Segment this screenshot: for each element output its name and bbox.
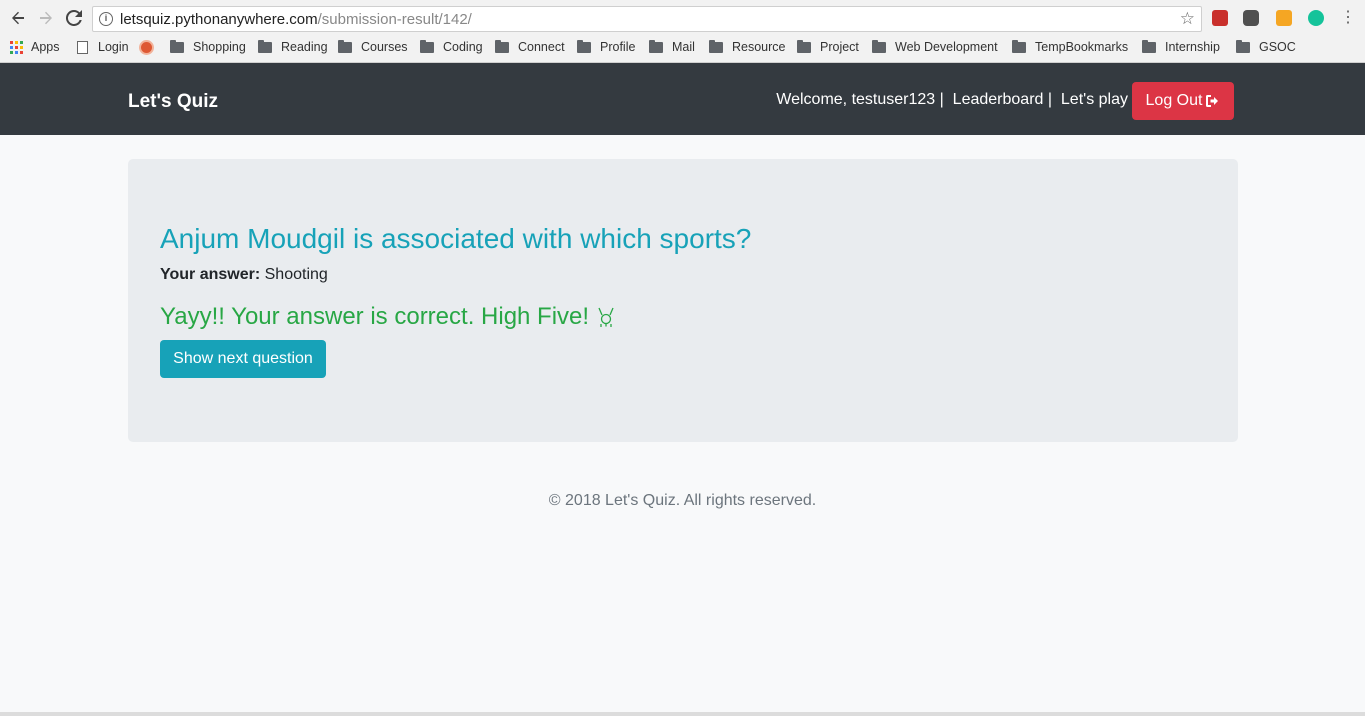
- folder-icon: [258, 39, 272, 53]
- bookmark-label: Internship: [1165, 40, 1220, 54]
- bookmark-label: Web Development: [895, 40, 998, 54]
- welcome-text: Welcome, testuser123 |: [776, 91, 944, 108]
- bookmark-label: Reading: [281, 40, 328, 54]
- page-icon: [77, 40, 88, 54]
- question-text: Anjum Moudgil is associated with which s…: [160, 223, 752, 254]
- bookmark-label: Connect: [518, 40, 565, 54]
- next-question-button[interactable]: Show next question: [160, 340, 326, 378]
- folder-icon: [577, 39, 591, 53]
- bookmark-folder-courses[interactable]: Courses: [338, 39, 408, 54]
- bookmark-folder-tempbookmarks[interactable]: TempBookmarks: [1012, 39, 1129, 54]
- folder-icon: [797, 39, 811, 53]
- bookmark-folder-web-development[interactable]: Web Development: [872, 39, 998, 54]
- arrow-right-icon[interactable]: [36, 8, 56, 28]
- footer-text: © 2018 Let's Quiz. All rights reserved.: [548, 492, 817, 509]
- sign-out-icon: [1206, 95, 1219, 107]
- bookmark-label: GSOC: [1259, 40, 1296, 54]
- info-icon[interactable]: i: [99, 12, 113, 26]
- bookmark-label: Project: [820, 40, 859, 54]
- bookmark-folder-coding[interactable]: Coding: [420, 39, 483, 54]
- answer-label: Your answer:: [160, 266, 261, 283]
- browser-chrome: i letsquiz.pythonanywhere.com/submission…: [0, 0, 1365, 63]
- folder-icon: [709, 39, 723, 53]
- bookmark-apps[interactable]: Apps: [10, 40, 60, 54]
- result-card: Anjum Moudgil is associated with which s…: [128, 159, 1238, 442]
- rss-extension-icon[interactable]: [1276, 10, 1292, 26]
- bookmark-folder-resource[interactable]: Resource: [709, 39, 786, 54]
- folder-icon: [170, 39, 184, 53]
- folder-icon: [872, 39, 886, 53]
- bookmark-label: Shopping: [193, 40, 246, 54]
- grammarly-extension-icon[interactable]: [1308, 10, 1324, 26]
- leaderboard-link[interactable]: Leaderboard |: [953, 91, 1052, 108]
- brand-link[interactable]: Let's Quiz: [128, 91, 218, 113]
- bookmark-folder-profile[interactable]: Profile: [577, 39, 636, 54]
- bookmark-login[interactable]: Login: [77, 40, 129, 54]
- bookmark-folder-mail[interactable]: Mail: [649, 39, 695, 54]
- logout-button[interactable]: Log Out: [1132, 82, 1234, 120]
- bookmark-folder-reading[interactable]: Reading: [258, 39, 328, 54]
- result-message-text: Yayy!! Your answer is correct. High Five…: [160, 303, 590, 330]
- bookmark-label: Mail: [672, 40, 695, 54]
- bookmark-folder-connect[interactable]: Connect: [495, 39, 565, 54]
- duckduckgo-icon: [139, 40, 154, 55]
- bookmark-label: TempBookmarks: [1035, 40, 1129, 54]
- folder-icon: [649, 39, 663, 53]
- bookmark-folder-gsoc[interactable]: GSOC: [1236, 39, 1296, 54]
- address-bar[interactable]: i letsquiz.pythonanywhere.com/submission…: [92, 6, 1202, 32]
- bookmarks-bar: Apps Login Shopping Reading Courses Codi…: [0, 37, 1365, 59]
- browser-toolbar: i letsquiz.pythonanywhere.com/submission…: [0, 0, 1365, 37]
- bookmark-label: Profile: [600, 40, 636, 54]
- menu-icon[interactable]: ⋮: [1338, 8, 1358, 28]
- bookmark-label: Coding: [443, 40, 483, 54]
- bookmark-folder-internship[interactable]: Internship: [1142, 39, 1220, 54]
- url-path: /submission-result/142/: [317, 11, 472, 28]
- bookmark-folder-shopping[interactable]: Shopping: [170, 39, 246, 54]
- bookmark-label: Login: [98, 40, 129, 54]
- folder-icon: [1236, 39, 1250, 53]
- url-host: letsquiz.pythonanywhere.com: [120, 11, 318, 28]
- folder-icon: [495, 39, 509, 53]
- folder-icon: [420, 39, 434, 53]
- folder-icon: [1142, 39, 1156, 53]
- high-five-icon: [598, 307, 614, 327]
- folder-icon: [338, 39, 352, 53]
- url-text: letsquiz.pythonanywhere.com/submission-r…: [120, 11, 472, 28]
- bookmark-duckduckgo[interactable]: [139, 40, 154, 55]
- apps-grid-icon: [10, 40, 23, 54]
- bookmark-label: Resource: [732, 40, 786, 54]
- site-navbar: Let's Quiz Welcome, testuser123 | Leader…: [0, 63, 1365, 135]
- nav-links: Welcome, testuser123 | Leaderboard | Let…: [776, 91, 1128, 109]
- arrow-left-icon[interactable]: [8, 8, 28, 28]
- folder-icon: [1012, 39, 1026, 53]
- answer-line: Your answer: Shooting: [160, 266, 328, 284]
- result-message: Yayy!! Your answer is correct. High Five…: [160, 303, 615, 331]
- reload-icon[interactable]: [64, 8, 84, 28]
- star-icon[interactable]: ☆: [1180, 9, 1195, 29]
- bookmark-label: Apps: [31, 40, 60, 54]
- bookmark-label: Courses: [361, 40, 408, 54]
- bottom-divider: [0, 712, 1365, 716]
- pocket-extension-icon[interactable]: [1243, 10, 1259, 26]
- logout-label: Log Out: [1145, 92, 1203, 109]
- bookmark-folder-project[interactable]: Project: [797, 39, 859, 54]
- bookmark-extension-icon[interactable]: [1212, 10, 1228, 26]
- answer-value: Shooting: [264, 266, 328, 283]
- lets-play-link[interactable]: Let's play: [1061, 91, 1128, 108]
